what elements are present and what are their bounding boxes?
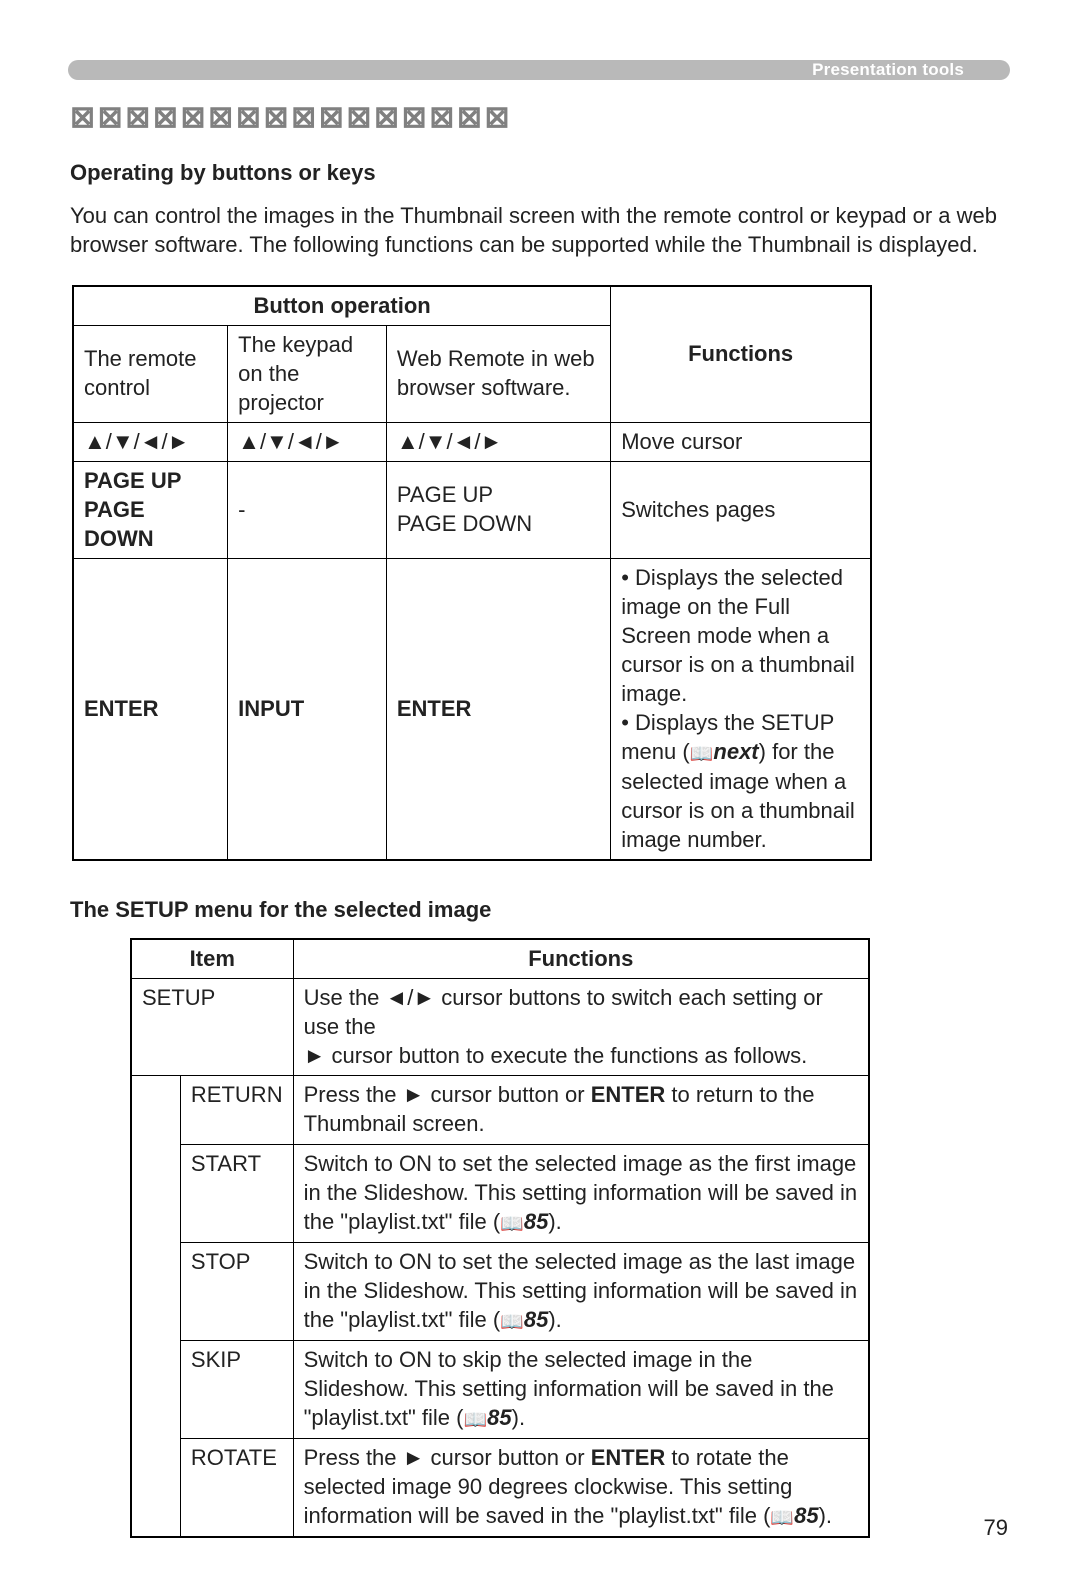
cell-arrows-web: ▲/▼/◄/► [386, 422, 610, 461]
fn-text: Press the ► cursor button or [304, 1082, 591, 1107]
cell-setup-item: SETUP [131, 979, 293, 1076]
reference-number: 85 [524, 1307, 548, 1332]
book-icon: 📖 [463, 1408, 487, 1433]
table-row: Item Functions [131, 939, 869, 979]
table-row: SKIP Switch to ON to skip the selected i… [131, 1340, 869, 1438]
fn-text: Switch to ON to set the selected image a… [304, 1151, 858, 1234]
cell-return-fn: Press the ► cursor button or ENTER to re… [293, 1076, 869, 1144]
th-item: Item [131, 939, 293, 979]
fn-text: ). [512, 1405, 525, 1430]
reference-number: 85 [524, 1209, 548, 1234]
document-page: Presentation tools ⊠⊠⊠⊠⊠⊠⊠⊠⊠⊠⊠⊠⊠⊠⊠⊠ Oper… [0, 0, 1080, 1578]
cell-enter-remote: ENTER [73, 558, 228, 860]
fn-text: Switch to ON to skip the selected image … [304, 1347, 834, 1430]
fn-text: Use the ◄/► cursor buttons to switch eac… [304, 985, 823, 1039]
fn-text: Press the ► cursor button or [304, 1445, 591, 1470]
book-icon: 📖 [770, 1506, 794, 1531]
cell-enter-web: ENTER [386, 558, 610, 860]
fn-text: ). [548, 1307, 561, 1332]
page-number: 79 [984, 1513, 1008, 1542]
reference-next: next [713, 739, 758, 764]
reference-number: 85 [487, 1405, 511, 1430]
cell-skip-item: SKIP [180, 1340, 293, 1438]
table-row: ROTATE Press the ► cursor button or ENTE… [131, 1438, 869, 1537]
cell-fn-pages: Switches pages [611, 461, 871, 558]
book-icon: 📖 [500, 1212, 524, 1237]
cell-return-item: RETURN [180, 1076, 293, 1144]
th-functions: Functions [611, 286, 871, 423]
th-keypad: The keypad on the projector [228, 325, 387, 422]
cell-page-remote: PAGE UP PAGE DOWN [73, 461, 228, 558]
cell-start-fn: Switch to ON to set the selected image a… [293, 1144, 869, 1242]
cell-indent-spacer [131, 1076, 180, 1537]
table-row: STOP Switch to ON to set the selected im… [131, 1242, 869, 1340]
table-row: Button operation Functions [73, 286, 871, 326]
cell-rotate-item: ROTATE [180, 1438, 293, 1537]
cell-setup-fn: Use the ◄/► cursor buttons to switch eac… [293, 979, 869, 1076]
subheading-setup-menu: The SETUP menu for the selected image [70, 895, 1010, 924]
cell-arrows-keypad: ▲/▼/◄/► [228, 422, 387, 461]
th-web: Web Remote in web browser software. [386, 325, 610, 422]
th-remote: The remote control [73, 325, 228, 422]
book-icon: 📖 [500, 1310, 524, 1335]
table-row: ▲/▼/◄/► ▲/▼/◄/► ▲/▼/◄/► Move cursor [73, 422, 871, 461]
fn-text: ). [819, 1503, 832, 1528]
th-button-operation: Button operation [73, 286, 611, 326]
table-row: ENTER INPUT ENTER • Displays the selecte… [73, 558, 871, 860]
table-row: PAGE UP PAGE DOWN - PAGE UP PAGE DOWN Sw… [73, 461, 871, 558]
fn-text: • Displays the selected image on the Ful… [621, 565, 855, 706]
setup-menu-table: Item Functions SETUP Use the ◄/► cursor … [130, 938, 870, 1538]
fn-text: ). [548, 1209, 561, 1234]
reference-number: 85 [794, 1503, 818, 1528]
cell-stop-fn: Switch to ON to set the selected image a… [293, 1242, 869, 1340]
header-chip: Presentation tools [812, 59, 964, 81]
cell-page-web: PAGE UP PAGE DOWN [386, 461, 610, 558]
section-title-placeholder: ⊠⊠⊠⊠⊠⊠⊠⊠⊠⊠⊠⊠⊠⊠⊠⊠ [70, 98, 1010, 138]
intro-paragraph: You can control the images in the Thumbn… [70, 201, 1008, 259]
cell-rotate-fn: Press the ► cursor button or ENTER to ro… [293, 1438, 869, 1537]
cell-fn-enter: • Displays the selected image on the Ful… [611, 558, 871, 860]
table-row: START Switch to ON to set the selected i… [131, 1144, 869, 1242]
fn-text: ► cursor button to execute the functions… [304, 1043, 808, 1068]
cell-enter-keypad: INPUT [228, 558, 387, 860]
header-bar: Presentation tools [68, 60, 1010, 80]
cell-fn-cursor: Move cursor [611, 422, 871, 461]
subheading-operating: Operating by buttons or keys [70, 158, 1010, 187]
fn-text: Switch to ON to set the selected image a… [304, 1249, 858, 1332]
th-functions: Functions [293, 939, 869, 979]
fn-text-bold: ENTER [591, 1082, 666, 1107]
cell-stop-item: STOP [180, 1242, 293, 1340]
book-icon: 📖 [690, 742, 714, 767]
fn-text-bold: ENTER [591, 1445, 666, 1470]
table-row: SETUP Use the ◄/► cursor buttons to swit… [131, 979, 869, 1076]
cell-skip-fn: Switch to ON to skip the selected image … [293, 1340, 869, 1438]
cell-page-keypad: - [228, 461, 387, 558]
button-operation-table: Button operation Functions The remote co… [72, 285, 872, 862]
table-row: RETURN Press the ► cursor button or ENTE… [131, 1076, 869, 1144]
cell-start-item: START [180, 1144, 293, 1242]
cell-arrows-remote: ▲/▼/◄/► [73, 422, 228, 461]
